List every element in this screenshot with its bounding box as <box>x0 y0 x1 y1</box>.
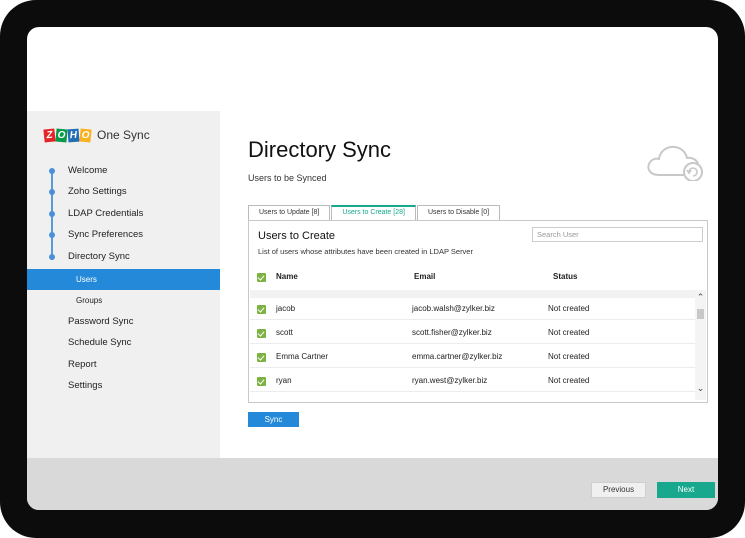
user-email: emma.cartner@zylker.biz <box>412 352 503 361</box>
sidebar-item-report[interactable]: Report <box>27 354 220 375</box>
sidebar-item-directory-sync[interactable]: Directory Sync <box>27 246 220 267</box>
user-status: Not created <box>548 376 590 385</box>
scroll-down-icon[interactable]: ⌄ <box>696 384 705 393</box>
scroll-thumb[interactable] <box>697 309 704 319</box>
row-checkbox[interactable] <box>257 329 266 338</box>
sidebar-item-settings[interactable]: Settings <box>27 375 220 396</box>
tab-users-to-disable[interactable]: Users to Disable [0] <box>416 205 501 220</box>
user-email: jacob.walsh@zylker.biz <box>412 304 495 313</box>
app-window: Z O H O One Sync Welcome Zoho Settings L… <box>27 27 718 510</box>
sidebar-item-ldap-credentials[interactable]: LDAP Credentials <box>27 203 220 224</box>
user-status: Not created <box>548 304 590 313</box>
step-dot-icon <box>49 168 55 174</box>
user-list: jacob jacob.walsh@zylker.biz Not created… <box>250 290 696 400</box>
column-header-status: Status <box>553 272 578 281</box>
sidebar-item-groups[interactable]: Groups <box>27 290 220 311</box>
step-dot-icon <box>49 232 55 238</box>
column-header-email: Email <box>414 272 436 281</box>
scroll-up-icon[interactable]: ⌃ <box>696 293 705 302</box>
user-email: scott.fisher@zylker.biz <box>412 328 492 337</box>
search-input[interactable] <box>532 227 703 242</box>
select-all-checkbox[interactable] <box>257 273 266 282</box>
footer-bar: Previous Next <box>27 458 718 510</box>
sync-button[interactable]: Sync <box>248 412 299 427</box>
brand-logo: Z O H O One Sync <box>43 127 150 143</box>
user-status: Not created <box>548 352 590 361</box>
sidebar-item-welcome[interactable]: Welcome <box>27 160 220 181</box>
sidebar-item-zoho-settings[interactable]: Zoho Settings <box>27 181 220 202</box>
list-scrollbar[interactable]: ⌃ ⌄ <box>695 290 706 400</box>
tab-bar: Users to Update [8] Users to Create [28]… <box>248 205 501 220</box>
users-panel: Users to Create List of users whose attr… <box>248 220 708 403</box>
user-name: jacob <box>276 304 296 313</box>
sidebar-item-users[interactable]: Users <box>27 269 220 290</box>
tab-users-to-update[interactable]: Users to Update [8] <box>248 205 331 220</box>
sidebar-item-sync-preferences[interactable]: Sync Preferences <box>27 224 220 245</box>
product-name: One Sync <box>97 128 150 142</box>
row-checkbox[interactable] <box>257 353 266 362</box>
user-status: Not created <box>548 328 590 337</box>
previous-button[interactable]: Previous <box>591 482 646 498</box>
row-checkbox[interactable] <box>257 305 266 314</box>
sidebar: Z O H O One Sync Welcome Zoho Settings L… <box>27 111 220 458</box>
user-name: Emma Cartner <box>276 352 329 361</box>
table-row[interactable]: scott scott.fisher@zylker.biz Not create… <box>250 320 696 344</box>
zoho-logo: Z O H O <box>43 127 92 143</box>
user-name: ryan <box>276 376 292 385</box>
tab-users-to-create[interactable]: Users to Create [28] <box>331 205 416 220</box>
user-name: scott <box>276 328 293 337</box>
table-row[interactable]: ryan ryan.west@zylker.biz Not created <box>250 368 696 392</box>
step-dot-icon <box>49 254 55 260</box>
step-dot-icon <box>49 189 55 195</box>
cloud-sync-icon <box>647 145 703 181</box>
user-email: ryan.west@zylker.biz <box>412 376 488 385</box>
panel-title: Users to Create <box>258 230 336 242</box>
table-row[interactable]: jacob jacob.walsh@zylker.biz Not created <box>250 296 696 320</box>
sidebar-item-schedule-sync[interactable]: Schedule Sync <box>27 332 220 353</box>
next-button[interactable]: Next <box>657 482 715 498</box>
page-title: Directory Sync <box>248 137 392 162</box>
column-header-name: Name <box>276 272 298 281</box>
device-frame: Z O H O One Sync Welcome Zoho Settings L… <box>0 0 745 538</box>
sidebar-item-password-sync[interactable]: Password Sync <box>27 311 220 332</box>
panel-description: List of users whose attributes have been… <box>258 247 473 256</box>
row-checkbox[interactable] <box>257 377 266 386</box>
table-row[interactable]: Emma Cartner emma.cartner@zylker.biz Not… <box>250 344 696 368</box>
main-content: Directory Sync Users to be Synced Users … <box>220 111 718 458</box>
page-subtitle: Users to be Synced <box>248 173 327 183</box>
step-dot-icon <box>49 211 55 217</box>
